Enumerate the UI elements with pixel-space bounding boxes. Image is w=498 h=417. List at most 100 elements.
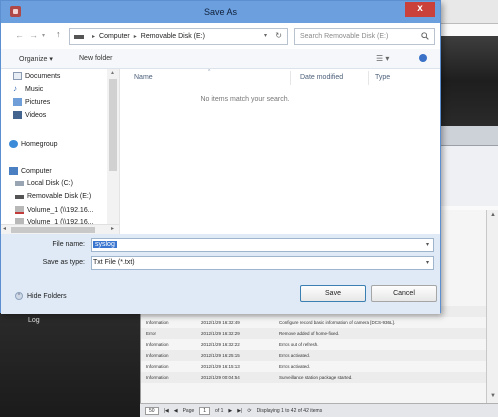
prev-page-icon[interactable]: ◀ (174, 408, 178, 414)
sidebar-item-log[interactable]: Log (28, 317, 40, 324)
bg-topbar (440, 0, 498, 24)
next-page-icon[interactable]: ▶ (228, 408, 232, 414)
column-header-date-modified[interactable]: Date modified (300, 74, 343, 81)
table-row[interactable]: Information 2012/1/29 16:25:15 Errcs act… (141, 350, 487, 361)
hide-folders-label: Hide Folders (27, 292, 67, 300)
column-divider[interactable] (290, 71, 291, 85)
page-label: Page (182, 407, 195, 414)
log-time: 2012/1/29 00:04:54 (201, 375, 240, 380)
log-time: 2012/1/29 16:32:29 (201, 331, 240, 336)
save-type-label: Save as type: (42, 259, 85, 266)
log-level: Information (146, 364, 169, 369)
drive-icon (74, 34, 84, 39)
chevron-down-icon[interactable]: ▾ (426, 239, 429, 251)
breadcrumb-computer[interactable]: Computer (99, 33, 130, 40)
log-message: Errcs out of refresh. (279, 342, 319, 347)
documents-icon (13, 72, 22, 80)
nav-item-label: Volume_1 (\\192.16... (27, 206, 94, 214)
view-options-icon[interactable]: ☰ ▾ (376, 54, 389, 63)
back-arrow-icon[interactable]: ← (15, 30, 24, 40)
close-button[interactable]: x (405, 2, 435, 17)
log-message: Configure record basic information of ca… (279, 320, 396, 325)
table-row[interactable]: Information 2012/1/29 16:15:13 Errcs act… (141, 361, 487, 372)
refresh-icon[interactable]: ⟳ (247, 408, 251, 414)
navigation-pane-hscrollbar[interactable]: ◂ ▸ (1, 224, 119, 234)
breadcrumb-location[interactable]: Removable Disk (E:) (141, 33, 205, 40)
bg-panel (432, 146, 498, 206)
last-page-icon[interactable]: ▶| (237, 408, 242, 414)
scroll-up-icon[interactable]: ▲ (110, 70, 115, 76)
scrollbar-thumb[interactable] (11, 227, 95, 233)
organize-button[interactable]: Organize ▾ (19, 55, 53, 63)
help-icon[interactable] (419, 54, 427, 62)
page-number-input[interactable]: 1 (199, 406, 211, 415)
nav-item-label: Removable Disk (E:) (27, 193, 92, 200)
up-arrow-icon[interactable]: ↑ (56, 29, 61, 39)
log-message: Remove added of home-fixed. (279, 331, 340, 336)
chevron-right-icon[interactable]: ▸ (92, 33, 95, 40)
dialog-title: Save As (203, 7, 238, 17)
search-icon[interactable] (421, 32, 429, 40)
music-icon: ♪ (13, 84, 17, 93)
nav-item-homegroup[interactable]: Homegroup (9, 140, 58, 148)
history-dropdown-icon[interactable]: ▾ (42, 32, 45, 39)
save-type-value: Txt File (*.txt) (93, 259, 135, 266)
chevron-right-icon[interactable]: ▸ (134, 33, 137, 40)
pager-status: Displaying 1 to 42 of 42 items (256, 407, 323, 414)
usb-drive-icon (15, 194, 24, 199)
chevron-down-icon[interactable]: ▾ (426, 257, 429, 269)
navigation-pane-scrollbar[interactable]: ▲ (107, 69, 119, 224)
log-time: 2012/1/29 16:15:13 (201, 364, 240, 369)
table-row[interactable]: Information 2012/1/29 00:04:54 Surveilla… (141, 372, 487, 383)
column-header-name[interactable]: Name (134, 74, 153, 81)
hide-folders-button[interactable]: ^ Hide Folders (15, 292, 67, 300)
file-name-value: syslog (93, 241, 117, 248)
nav-item-computer[interactable]: Computer (9, 167, 52, 175)
table-row[interactable]: Information 2012/1/29 16:32:49 Configure… (141, 317, 487, 328)
file-list-pane: ^ Name Date modified Type No items match… (120, 69, 440, 234)
command-toolbar: Organize ▾ New folder ☰ ▾ (1, 49, 440, 69)
scroll-right-icon[interactable]: ▸ (111, 225, 114, 232)
scroll-left-icon[interactable]: ◂ (3, 225, 6, 232)
log-message: Surveillance station package started. (279, 375, 353, 380)
column-divider[interactable] (368, 71, 369, 85)
per-page-select[interactable]: 50 (145, 406, 159, 415)
log-level: Information (146, 320, 169, 325)
file-name-label: File name: (52, 241, 85, 248)
file-name-field[interactable]: syslog ▾ (91, 238, 434, 252)
chevron-up-icon: ^ (15, 292, 23, 300)
nav-item-local-disk[interactable]: Local Disk (C:) (15, 180, 73, 187)
browser-content: Documents ♪ Music Pictures Videos Homegr… (1, 69, 440, 234)
nav-item-documents[interactable]: Documents (13, 72, 60, 80)
chevron-down-icon[interactable]: ▾ (264, 32, 267, 39)
log-pager: 50 |◀ ◀ Page 1 of 1 ▶ ▶| ⟳ Displaying 1 … (140, 403, 498, 417)
bg-toolbar-strip (432, 126, 498, 146)
save-type-select[interactable]: Txt File (*.txt) ▾ (91, 256, 434, 270)
scroll-down-icon[interactable]: ▼ (490, 393, 496, 399)
cancel-button[interactable]: Cancel (371, 285, 437, 302)
nav-item-label: Pictures (25, 98, 51, 106)
column-header-type[interactable]: Type (375, 74, 390, 81)
nav-item-videos[interactable]: Videos (13, 111, 46, 119)
new-folder-button[interactable]: New folder (79, 55, 112, 62)
address-bar[interactable]: ▸ Computer ▸ Removable Disk (E:) ▾ ↻ (69, 28, 288, 45)
refresh-icon[interactable]: ↻ (275, 31, 282, 40)
dialog-titlebar[interactable]: Save As x (1, 1, 440, 23)
videos-icon (13, 111, 22, 119)
scrollbar-thumb[interactable] (109, 79, 117, 171)
pictures-icon (13, 98, 22, 106)
nav-item-pictures[interactable]: Pictures (13, 98, 50, 106)
save-button[interactable]: Save (300, 285, 366, 302)
nav-item-removable-disk[interactable]: Removable Disk (E:) (15, 193, 91, 200)
table-row[interactable]: Information 2012/1/29 16:32:22 Errcs out… (141, 339, 487, 350)
first-page-icon[interactable]: |◀ (164, 408, 169, 414)
forward-arrow-icon[interactable]: → (29, 30, 38, 40)
table-row[interactable]: Error 2012/1/29 16:32:29 Remove added of… (141, 328, 487, 339)
nav-item-music[interactable]: ♪ Music (13, 85, 43, 93)
nav-item-volume-1[interactable]: Volume_1 (\\192.16... (15, 206, 94, 214)
drive-icon (15, 181, 24, 186)
search-input[interactable]: Search Removable Disk (E:) (294, 28, 435, 45)
search-placeholder: Search Removable Disk (E:) (300, 33, 389, 40)
scroll-up-icon[interactable]: ▲ (490, 212, 496, 218)
log-table-scrollbar[interactable]: ▲ ▼ (486, 210, 498, 403)
